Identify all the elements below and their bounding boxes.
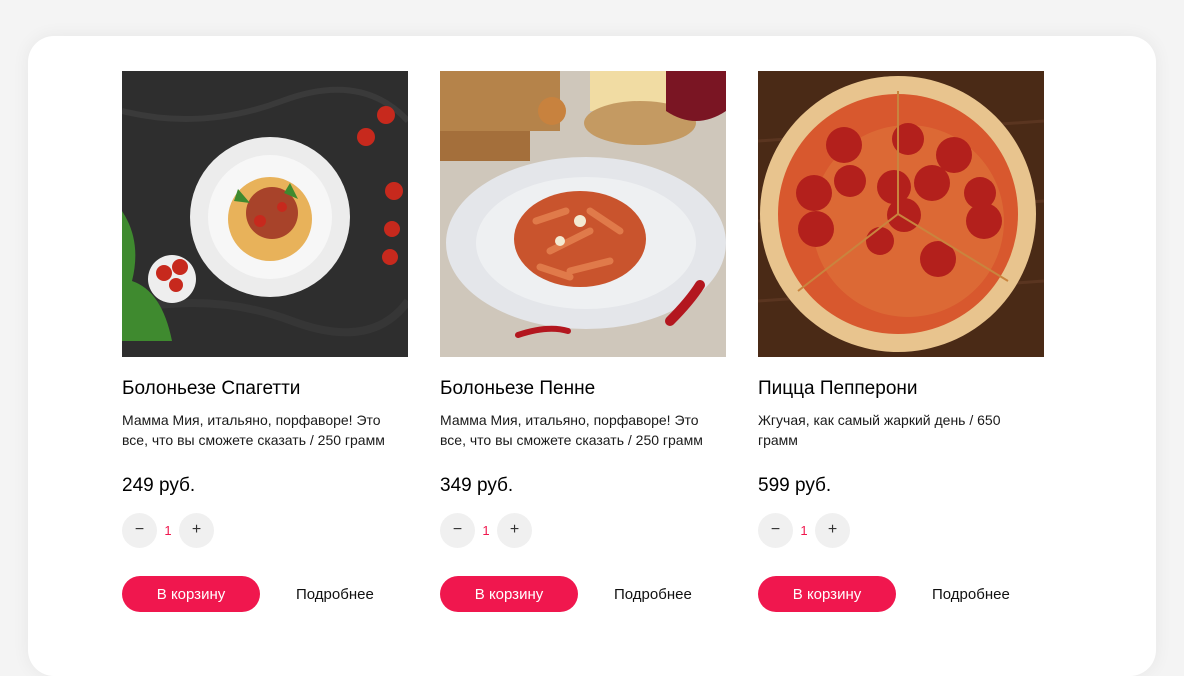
card-actions: В корзину Подробнее: [440, 576, 726, 612]
product-description: Жгучая, как самый жаркий день / 650 грам…: [758, 412, 1001, 448]
card-actions: В корзину Подробнее: [758, 576, 1044, 612]
product-price: 249 руб.: [122, 475, 196, 496]
quantity-stepper: − 1 +: [758, 512, 1044, 548]
product-price: 349 руб.: [440, 475, 514, 496]
add-to-cart-button[interactable]: В корзину: [758, 576, 896, 612]
increase-quantity-button[interactable]: +: [815, 512, 850, 548]
details-link[interactable]: Подробнее: [614, 586, 692, 603]
product-card: Пицца Пепперони Жгучая, как самый жаркий…: [758, 71, 1044, 612]
product-description: Мамма Мия, итальяно, порфаворе! Это все,…: [122, 412, 385, 448]
quantity-value: 1: [164, 522, 172, 538]
quantity-value: 1: [482, 522, 490, 538]
product-title[interactable]: Болоньезе Пенне: [440, 377, 726, 401]
decrease-quantity-button[interactable]: −: [122, 512, 157, 548]
increase-quantity-button[interactable]: +: [179, 512, 214, 548]
product-title[interactable]: Пицца Пепперони: [758, 377, 1044, 401]
product-description: Мамма Мия, итальяно, порфаворе! Это все,…: [440, 412, 703, 448]
add-to-cart-button[interactable]: В корзину: [440, 576, 578, 612]
decrease-quantity-button[interactable]: −: [758, 512, 793, 548]
details-link[interactable]: Подробнее: [932, 586, 1010, 603]
product-card: Болоньезе Пенне Мамма Мия, итальяно, пор…: [440, 71, 726, 612]
spaghetti-bolognese-photo[interactable]: [122, 71, 408, 357]
product-card: Болоньезе Спагетти Мамма Мия, итальяно, …: [122, 71, 408, 612]
product-grid: Болоньезе Спагетти Мамма Мия, итальяно, …: [122, 71, 1044, 612]
products-panel: Болоньезе Спагетти Мамма Мия, итальяно, …: [28, 36, 1156, 676]
product-title[interactable]: Болоньезе Спагетти: [122, 377, 408, 401]
quantity-stepper: − 1 +: [122, 512, 408, 548]
decrease-quantity-button[interactable]: −: [440, 512, 475, 548]
add-to-cart-button[interactable]: В корзину: [122, 576, 260, 612]
penne-bolognese-photo[interactable]: [440, 71, 726, 357]
pepperoni-pizza-photo[interactable]: [758, 71, 1044, 357]
quantity-stepper: − 1 +: [440, 512, 726, 548]
details-link[interactable]: Подробнее: [296, 586, 374, 603]
increase-quantity-button[interactable]: +: [497, 512, 532, 548]
product-price: 599 руб.: [758, 475, 832, 496]
quantity-value: 1: [800, 522, 808, 538]
card-actions: В корзину Подробнее: [122, 576, 408, 612]
